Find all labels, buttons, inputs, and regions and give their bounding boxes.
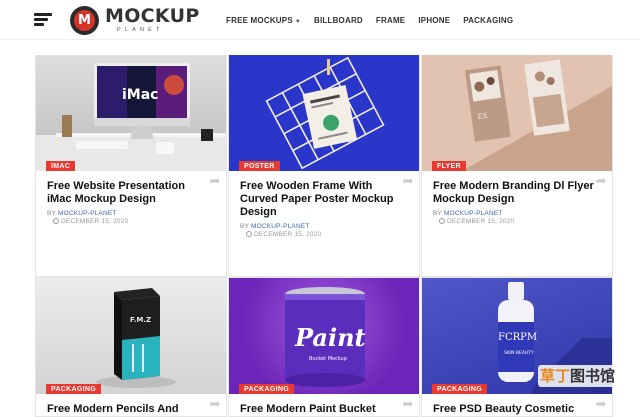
post-meta: BY MOCKUP-PLANET — [47, 210, 117, 217]
nav-iphone[interactable]: IPHONE — [418, 16, 450, 25]
bottle-label: FCRPM — [498, 332, 537, 343]
post-thumbnail[interactable]: POSTER — [229, 55, 419, 171]
category-badge[interactable]: FLYER — [432, 161, 466, 171]
post-meta: BY MOCKUP-PLANET — [240, 223, 310, 230]
post-title[interactable]: Free PSD Beauty Cosmetic — [433, 403, 594, 416]
post-title[interactable]: Free Wooden Frame With Curved Paper Post… — [240, 180, 401, 219]
author-link[interactable]: MOCKUP-PLANET — [251, 223, 310, 230]
share-icon[interactable]: ➦ — [400, 173, 416, 189]
post-card: FCRPM SKIN BEAUTY PACKAGING ➦ Free PSD B… — [421, 277, 613, 417]
main-nav: FREE MOCKUPS ▼ BILLBOARD FRAME IPHONE PAC… — [226, 0, 526, 40]
post-date: DECEMBER 15, 2020 — [246, 231, 419, 238]
category-badge[interactable]: PACKAGING — [46, 384, 101, 394]
post-card: iMac IMAC ➦ Free Website Presentation iM… — [35, 55, 227, 277]
post-card: Paint Bucket Mockup PACKAGING ➦ Free Mod… — [228, 277, 420, 417]
bucket-sub-label: Bucket Mockup — [309, 356, 347, 362]
post-date: DECEMBER 15, 2020 — [53, 218, 226, 225]
wire-frame-poster-image — [265, 56, 385, 170]
nav-billboard[interactable]: BILLBOARD — [314, 16, 363, 25]
post-card: F.M.Z PACKAGING ➦ Free Modern Pencils An… — [35, 277, 227, 417]
logo-sub-text: PLANET — [117, 26, 164, 33]
clock-icon — [439, 218, 445, 224]
svg-text:EX: EX — [477, 112, 488, 121]
clock-icon — [53, 218, 59, 224]
post-card: EX FLYER ➦ Free Modern Branding Dl Flyer… — [421, 55, 613, 277]
share-icon[interactable]: ➦ — [207, 173, 223, 189]
post-title[interactable]: Free Modern Branding Dl Flyer Mockup Des… — [433, 180, 594, 206]
post-meta: BY MOCKUP-PLANET — [433, 210, 503, 217]
post-title[interactable]: Free Modern Pencils And — [47, 403, 208, 416]
post-title[interactable]: Free Modern Paint Bucket — [240, 403, 401, 416]
site-watermark: 草丁图书馆 — [538, 365, 630, 387]
nav-frame[interactable]: FRAME — [376, 16, 405, 25]
category-badge[interactable]: IMAC — [46, 161, 76, 171]
nav-free-mockups[interactable]: FREE MOCKUPS ▼ — [226, 16, 301, 25]
author-link[interactable]: MOCKUP-PLANET — [444, 210, 503, 217]
category-badge[interactable]: POSTER — [239, 161, 280, 171]
post-date: DECEMBER 15, 2020 — [439, 218, 612, 225]
post-thumbnail[interactable]: EX FLYER — [422, 55, 612, 171]
imac-mockup-image: iMac — [36, 63, 226, 171]
menu-icon[interactable] — [34, 13, 52, 26]
category-badge[interactable]: PACKAGING — [239, 384, 294, 394]
box-label: F.M.Z — [130, 316, 151, 324]
post-card: POSTER ➦ Free Wooden Frame With Curved P… — [228, 55, 420, 277]
category-badge[interactable]: PACKAGING — [432, 384, 487, 394]
nav-packaging[interactable]: PACKAGING — [463, 16, 513, 25]
dl-flyer-image: EX — [422, 55, 612, 171]
share-icon[interactable]: ➦ — [593, 396, 609, 412]
logo-badge: M — [70, 5, 99, 35]
pencil-box-image: F.M.Z — [96, 288, 176, 388]
site-logo[interactable]: M MOCKUP PLANET — [70, 5, 200, 35]
bucket-label: Paint — [294, 323, 366, 352]
post-thumbnail[interactable]: iMac IMAC — [36, 55, 226, 171]
bottle-sub-label: SKIN BEAUTY — [504, 350, 534, 356]
share-icon[interactable]: ➦ — [400, 396, 416, 412]
imac-screen-text: iMac — [122, 87, 158, 103]
site-header: M MOCKUP PLANET FREE MOCKUPS ▼ BILLBOARD … — [0, 0, 640, 40]
post-title[interactable]: Free Website Presentation iMac Mockup De… — [47, 180, 208, 206]
caret-down-icon: ▼ — [294, 18, 301, 25]
author-link[interactable]: MOCKUP-PLANET — [58, 210, 117, 217]
post-thumbnail[interactable]: F.M.Z PACKAGING — [36, 278, 226, 394]
share-icon[interactable]: ➦ — [207, 396, 223, 412]
post-thumbnail[interactable]: Paint Bucket Mockup PACKAGING — [229, 278, 419, 394]
share-icon[interactable]: ➦ — [593, 173, 609, 189]
logo-main-text: MOCKUP — [105, 4, 200, 27]
paint-bucket-image: Paint Bucket Mockup — [285, 287, 366, 387]
clock-icon — [246, 231, 252, 237]
